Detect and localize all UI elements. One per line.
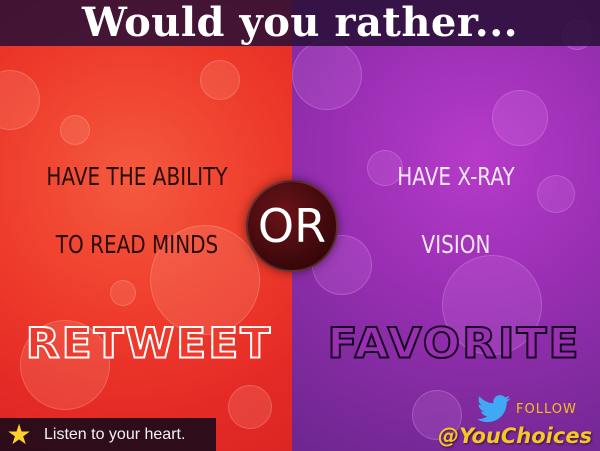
footer-tagline-bar: ★ Listen to your heart.: [0, 418, 216, 451]
bokeh-decoration: [200, 60, 240, 100]
footer-tagline: Listen to your heart.: [44, 425, 186, 443]
twitter-handle: @YouChoices: [438, 424, 593, 448]
left-option-line-1: HAVE THE ABILITY: [46, 162, 228, 191]
favorite-action-label: FAVORITE: [326, 318, 581, 368]
would-you-rather-graphic: Would you rather... HAVE THE ABILITY TO …: [0, 0, 600, 451]
left-option-text: HAVE THE ABILITY TO READ MINDS: [32, 143, 242, 279]
twitter-bird-icon: [477, 395, 511, 423]
follow-label: FOLLOW: [516, 402, 577, 417]
right-option-line-2: VISION: [421, 230, 491, 259]
page-title: Would you rather...: [81, 0, 519, 46]
bokeh-decoration: [60, 115, 90, 145]
right-option-text: HAVE X-RAY VISION: [347, 143, 565, 279]
bokeh-decoration: [228, 385, 272, 429]
title-banner: Would you rather...: [0, 0, 600, 46]
right-option-line-1: HAVE X-RAY: [397, 162, 515, 191]
bokeh-decoration: [292, 40, 362, 110]
retweet-action-label: RETWEET: [25, 318, 273, 368]
star-icon: ★: [6, 417, 32, 451]
bokeh-decoration: [0, 70, 40, 130]
or-divider-badge: OR: [246, 180, 338, 272]
bokeh-decoration: [492, 90, 548, 146]
left-option-line-2: TO READ MINDS: [55, 230, 219, 259]
or-divider-text: OR: [257, 199, 327, 253]
bokeh-decoration: [110, 280, 136, 306]
